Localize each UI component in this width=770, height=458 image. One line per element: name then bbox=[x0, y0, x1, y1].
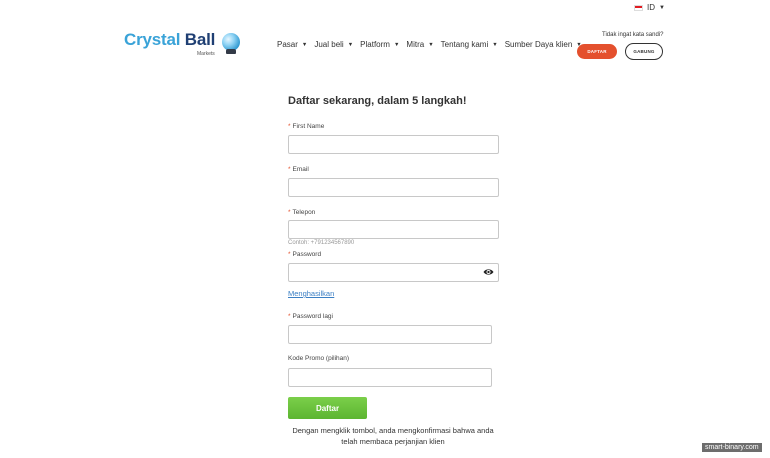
nav-item-tentang-kami[interactable]: Tentang kami ▼ bbox=[441, 40, 498, 49]
main-nav: Pasar ▼ Jual beli ▼ Platform ▼ Mitra ▼ Tenta… bbox=[277, 40, 582, 49]
nav-label: Mitra bbox=[406, 40, 425, 49]
logo-word-1: Crystal bbox=[124, 30, 181, 49]
nav-label: Jual beli bbox=[314, 40, 344, 49]
indonesia-flag-icon bbox=[634, 4, 643, 11]
language-code: ID bbox=[647, 3, 655, 12]
submit-button[interactable]: Daftar bbox=[288, 397, 367, 419]
chevron-down-icon: ▼ bbox=[492, 41, 498, 48]
nav-item-platform[interactable]: Platform ▼ bbox=[360, 40, 399, 49]
chevron-down-icon: ▼ bbox=[428, 41, 434, 48]
eye-icon[interactable] bbox=[483, 268, 494, 276]
nav-item-pasar[interactable]: Pasar ▼ bbox=[277, 40, 307, 49]
page-title: Daftar sekarang, dalam 5 langkah! bbox=[288, 95, 467, 107]
label-text: First Name bbox=[292, 123, 325, 130]
forgot-password-link[interactable]: Tidak ingat kata sandi? bbox=[602, 32, 663, 38]
required-marker: * bbox=[288, 123, 291, 130]
chevron-down-icon: ▼ bbox=[301, 41, 308, 48]
email-label: * Email bbox=[288, 166, 309, 173]
label-text: Telepon bbox=[292, 209, 316, 216]
label-text: Password bbox=[292, 251, 322, 258]
required-marker: * bbox=[288, 166, 291, 173]
nav-item-sumber-daya-klien[interactable]: Sumber Daya klien▼ bbox=[505, 40, 582, 49]
nav-label: Platform bbox=[360, 40, 390, 49]
join-button[interactable]: GABUNG bbox=[625, 43, 663, 60]
nav-item-mitra[interactable]: Mitra ▼ bbox=[406, 40, 433, 49]
nav-item-jual-beli[interactable]: Jual beli ▼ bbox=[314, 40, 353, 49]
label-text: Password lagi bbox=[292, 313, 333, 320]
phone-hint: Contoh: +791234567890 bbox=[288, 240, 355, 246]
register-button[interactable]: DAFTAR bbox=[577, 44, 617, 59]
watermark: smart-binary.com bbox=[702, 443, 762, 452]
required-marker: * bbox=[288, 313, 291, 320]
first-name-label: * First Name bbox=[288, 123, 324, 130]
nav-label: Tentang kami bbox=[440, 40, 489, 49]
logo-subtitle: Markets bbox=[197, 51, 215, 57]
brand-logo[interactable]: Crystal Ball Markets bbox=[124, 30, 244, 58]
chevron-down-icon: ▼ bbox=[347, 41, 354, 48]
email-input[interactable] bbox=[288, 178, 499, 197]
nav-label: Pasar bbox=[277, 40, 298, 49]
crystal-ball-base bbox=[226, 49, 236, 54]
phone-input[interactable] bbox=[288, 220, 499, 239]
promo-label: Kode Promo (pilihan) bbox=[288, 355, 350, 362]
phone-label: * Telepon bbox=[288, 209, 315, 216]
language-selector[interactable]: ID ▼ bbox=[634, 3, 665, 12]
logo-wordmark: Crystal Ball bbox=[124, 30, 215, 50]
generate-password-link[interactable]: Menghasilkan bbox=[288, 289, 334, 298]
password-again-label: * Password lagi bbox=[288, 313, 333, 320]
consent-text: Dengan mengklik tombol, anda mengkonfirm… bbox=[292, 426, 494, 446]
required-marker: * bbox=[288, 209, 291, 216]
label-text: Email bbox=[292, 166, 309, 173]
required-marker: * bbox=[288, 251, 291, 258]
promo-code-input[interactable] bbox=[288, 368, 492, 387]
chevron-down-icon: ▼ bbox=[659, 4, 665, 11]
password-label: * Password bbox=[288, 251, 321, 258]
chevron-down-icon: ▼ bbox=[393, 41, 400, 48]
password-input[interactable] bbox=[288, 263, 499, 282]
password-again-input[interactable] bbox=[288, 325, 492, 344]
first-name-input[interactable] bbox=[288, 135, 499, 154]
nav-label: Sumber Daya klien bbox=[504, 40, 573, 49]
logo-word-2: Ball bbox=[184, 30, 216, 49]
